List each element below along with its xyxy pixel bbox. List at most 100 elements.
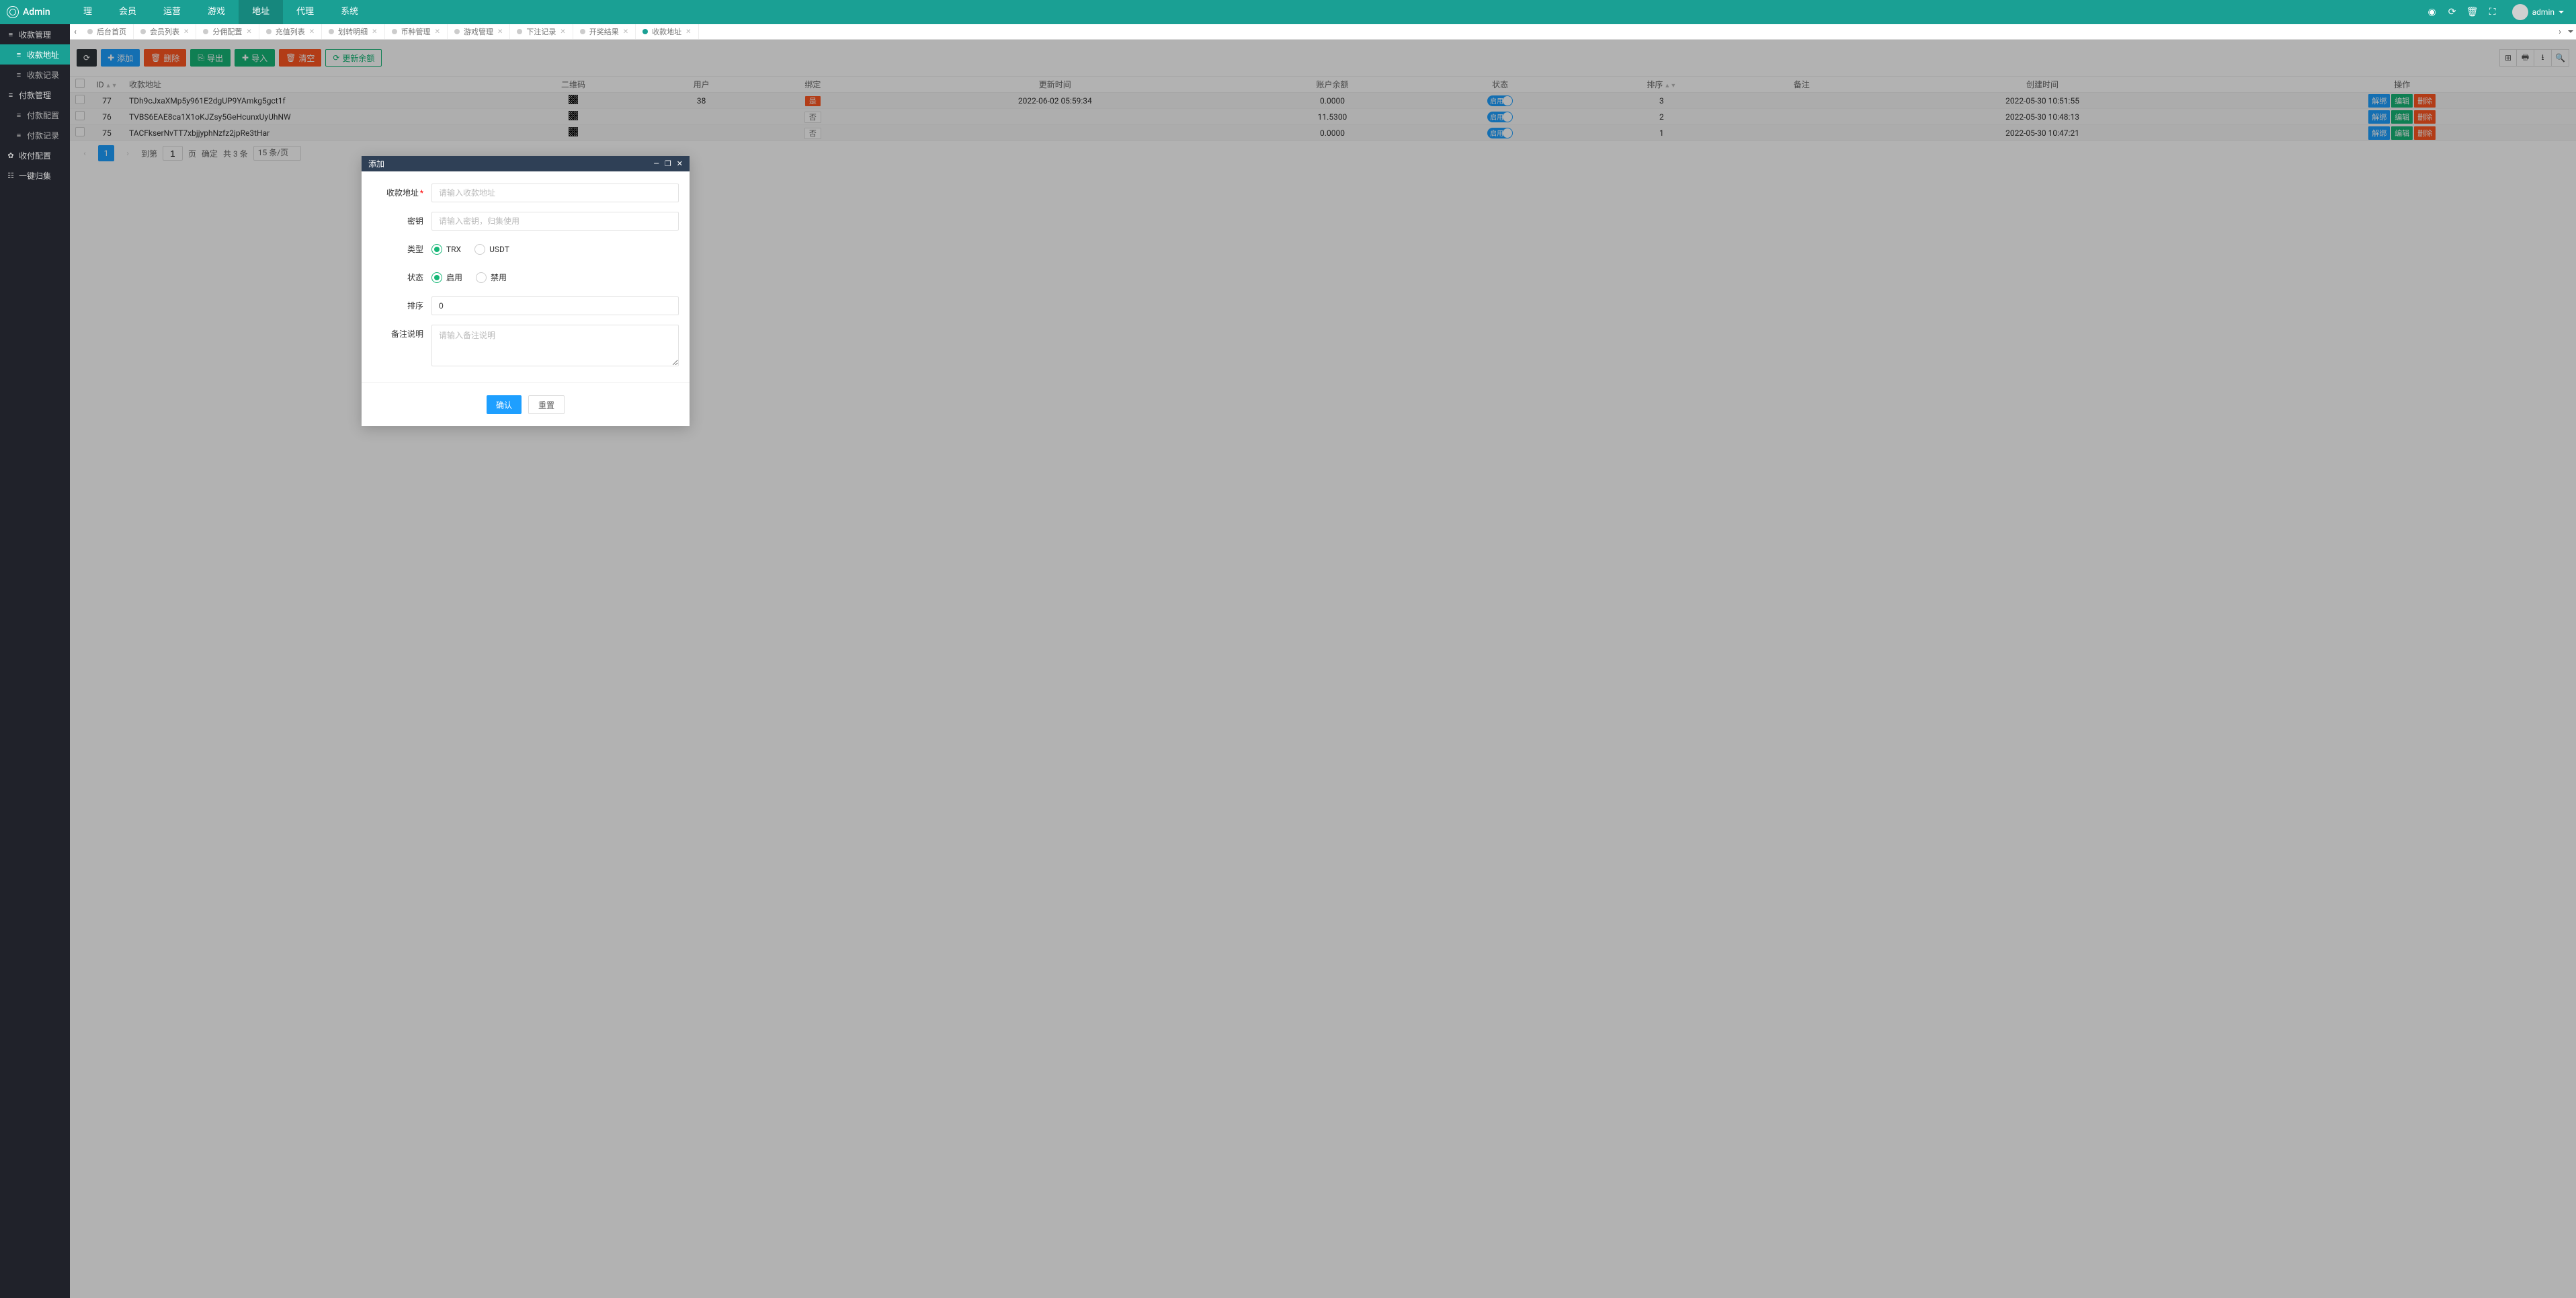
edit-button[interactable]: 编辑 (2391, 110, 2413, 124)
tab-后台首页[interactable]: 后台首页 (81, 24, 134, 39)
maximize-icon[interactable]: ❐ (665, 159, 671, 168)
download-icon[interactable]: ⭳ (2534, 49, 2552, 67)
user-menu[interactable]: admin (2503, 4, 2569, 20)
pager-confirm[interactable]: 确定 (202, 148, 218, 159)
sort-input[interactable] (431, 296, 679, 315)
tab-充值列表[interactable]: 充值列表✕ (259, 24, 322, 39)
col-ID[interactable]: ID▲▼ (90, 77, 124, 93)
edit-button[interactable]: 编辑 (2391, 126, 2413, 140)
minimize-icon[interactable]: — (653, 159, 659, 168)
topnav-会员[interactable]: 会员 (106, 0, 150, 24)
pager-page-1[interactable]: 1 (98, 145, 114, 161)
unbind-button[interactable]: 解绑 (2368, 110, 2390, 124)
modal-header[interactable]: 添加 — ❐ ✕ (362, 156, 690, 171)
close-icon[interactable]: ✕ (677, 159, 683, 168)
topnav-代理[interactable]: 代理 (283, 0, 327, 24)
row-delete-button[interactable]: 删除 (2414, 94, 2436, 108)
clear-button[interactable]: 🗑 清空 (279, 49, 321, 67)
topnav-地址[interactable]: 地址 (239, 0, 283, 24)
pager-size-select[interactable]: 15 条/页 (253, 146, 301, 161)
refresh-icon[interactable]: ⟳ (2442, 0, 2462, 24)
tab-close-icon[interactable]: ✕ (623, 28, 628, 36)
tab-下注记录[interactable]: 下注记录✕ (510, 24, 573, 39)
export-button[interactable]: ⎘ 导出 (190, 49, 231, 67)
tab-close-icon[interactable]: ✕ (497, 28, 503, 36)
radio-usdt[interactable]: USDT (474, 240, 509, 259)
remark-textarea[interactable] (431, 325, 679, 366)
refresh-button[interactable]: ⟳ (77, 49, 97, 67)
tab-会员列表[interactable]: 会员列表✕ (134, 24, 196, 39)
status-switch[interactable]: 启用 (1487, 95, 1513, 106)
tab-游戏管理[interactable]: 游戏管理✕ (448, 24, 510, 39)
cell-created: 2022-05-30 10:48:13 (1857, 109, 2229, 125)
sidebar-item-收款管理[interactable]: ≡收款管理 (0, 24, 70, 44)
sidebar-item-付款配置[interactable]: ≡付款配置 (0, 105, 70, 125)
row-checkbox[interactable] (75, 95, 85, 104)
print-icon[interactable]: 🖶 (2517, 49, 2534, 67)
search-icon[interactable]: 🔍 (2552, 49, 2569, 67)
sidebar-item-一键归集[interactable]: ☷一键归集 (0, 165, 70, 186)
tabs-prev[interactable]: ‹ (70, 24, 81, 39)
tab-收款地址[interactable]: 收款地址✕ (636, 24, 698, 39)
tabs-next[interactable]: › (2554, 24, 2565, 39)
fullscreen-icon[interactable]: ⛶ (2483, 0, 2503, 24)
tabs-menu[interactable] (2565, 24, 2576, 39)
pager-goto-label: 到第 (141, 148, 157, 159)
import-button[interactable]: ✚ 导入 (235, 49, 275, 67)
tab-dot-icon (329, 29, 334, 34)
radio-status-on[interactable]: 启用 (431, 268, 462, 287)
pager-prev[interactable]: ‹ (77, 145, 93, 161)
radio-trx[interactable]: TRX (431, 240, 461, 259)
columns-icon[interactable]: ⊞ (2499, 49, 2517, 67)
trash-icon[interactable]: 🗑 (2462, 0, 2483, 24)
sidebar-icon: ≡ (7, 30, 15, 38)
confirm-button[interactable]: 确认 (487, 395, 522, 414)
delete-button[interactable]: 🗑 删除 (144, 49, 186, 67)
sidebar-item-付款记录[interactable]: ≡付款记录 (0, 125, 70, 145)
sidebar-item-收款地址[interactable]: ≡收款地址 (0, 44, 70, 65)
tab-close-icon[interactable]: ✕ (435, 28, 440, 36)
tab-close-icon[interactable]: ✕ (183, 28, 189, 36)
topnav-运营[interactable]: 运营 (150, 0, 194, 24)
tab-开奖结果[interactable]: 开奖结果✕ (573, 24, 636, 39)
tab-划转明细[interactable]: 划转明细✕ (322, 24, 384, 39)
checkbox-all[interactable] (75, 79, 85, 88)
tab-close-icon[interactable]: ✕ (246, 28, 251, 36)
radio-status-off[interactable]: 禁用 (476, 268, 507, 287)
row-delete-button[interactable]: 删除 (2414, 126, 2436, 140)
pager-next[interactable]: › (120, 145, 136, 161)
row-checkbox[interactable] (75, 127, 85, 136)
topnav-系统[interactable]: 系统 (327, 0, 372, 24)
edit-button[interactable]: 编辑 (2391, 94, 2413, 108)
pager-goto-input[interactable] (163, 146, 183, 161)
reset-button[interactable]: 重置 (528, 395, 565, 414)
add-button[interactable]: ✚ 添加 (101, 49, 140, 67)
qr-icon[interactable] (569, 111, 578, 120)
col-chk[interactable] (70, 77, 90, 93)
tab-close-icon[interactable]: ✕ (685, 28, 691, 36)
tab-币种管理[interactable]: 币种管理✕ (385, 24, 448, 39)
key-input[interactable] (431, 212, 679, 231)
addr-input[interactable] (431, 184, 679, 202)
tab-close-icon[interactable]: ✕ (372, 28, 377, 36)
unbind-button[interactable]: 解绑 (2368, 126, 2390, 140)
topnav-理[interactable]: 理 (70, 0, 106, 24)
sun-icon[interactable]: ◉ (2422, 0, 2442, 24)
sidebar-item-付款管理[interactable]: ≡付款管理 (0, 85, 70, 105)
unbind-button[interactable]: 解绑 (2368, 94, 2390, 108)
tab-dot-icon (454, 29, 460, 34)
topnav-游戏[interactable]: 游戏 (194, 0, 239, 24)
col-排序[interactable]: 排序▲▼ (1577, 77, 1747, 93)
qr-icon[interactable] (569, 127, 578, 136)
refresh-balance-button[interactable]: ⟳ 更新余额 (325, 49, 382, 67)
status-switch[interactable]: 启用 (1487, 128, 1513, 138)
qr-icon[interactable] (569, 95, 578, 104)
sidebar-item-收付配置[interactable]: ✿收付配置 (0, 145, 70, 165)
tab-close-icon[interactable]: ✕ (560, 28, 565, 36)
status-switch[interactable]: 启用 (1487, 112, 1513, 122)
row-checkbox[interactable] (75, 111, 85, 120)
tab-分佣配置[interactable]: 分佣配置✕ (196, 24, 259, 39)
row-delete-button[interactable]: 删除 (2414, 110, 2436, 124)
tab-close-icon[interactable]: ✕ (309, 28, 315, 36)
sidebar-item-收款记录[interactable]: ≡收款记录 (0, 65, 70, 85)
